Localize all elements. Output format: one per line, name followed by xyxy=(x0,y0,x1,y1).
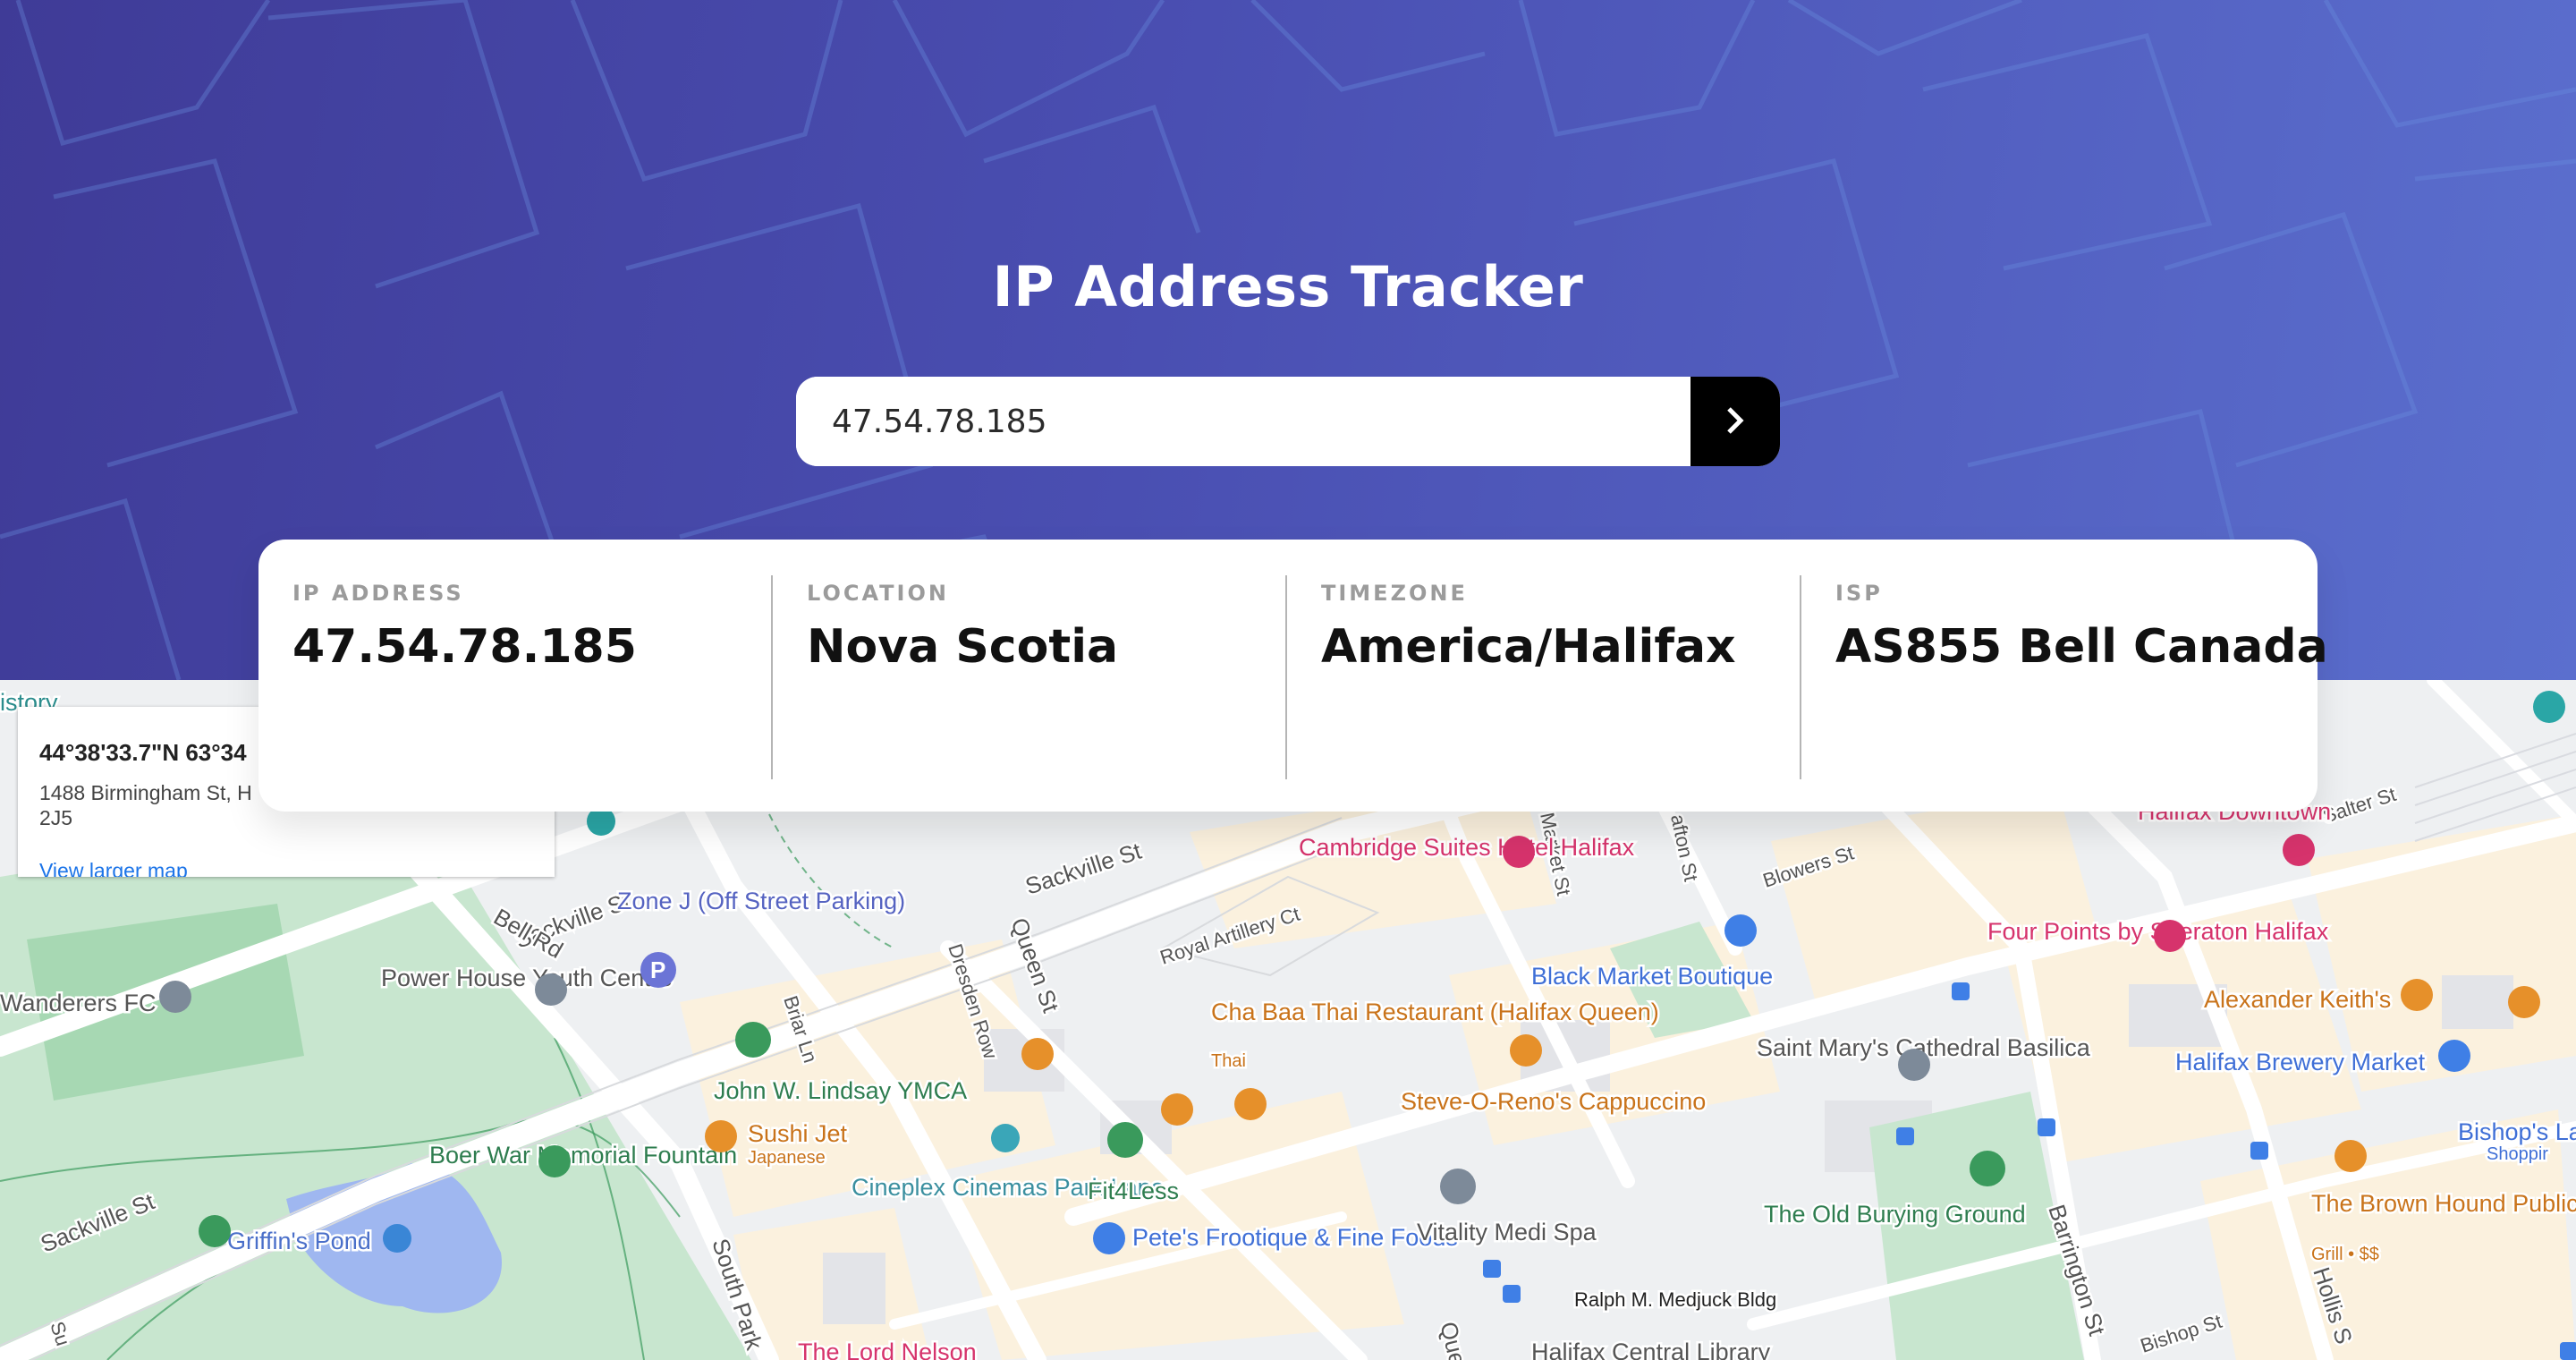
poi-label-medjuck[interactable]: Ralph M. Medjuck Bldg xyxy=(1572,1287,1779,1313)
poi-label-steve-o-reno[interactable]: Steve-O-Reno's Cappuccino xyxy=(1399,1086,1708,1118)
bus-stop-icon[interactable] xyxy=(1483,1260,1501,1278)
search-submit-button[interactable] xyxy=(1690,377,1780,466)
ip-address-label: IP ADDRESS xyxy=(292,581,464,606)
poi-label-zone-j[interactable]: Zone J (Off Street Parking) xyxy=(615,886,908,917)
camera-pin-icon[interactable] xyxy=(2533,691,2565,723)
location-section: LOCATION Nova Scotia xyxy=(773,540,1287,812)
poi-label-petes[interactable]: Pete's Frootique & Fine Foods xyxy=(1131,1222,1461,1254)
poi-label-cambridge[interactable]: Cambridge Suites Hotel Halifax xyxy=(1297,832,1638,863)
bus-stop-icon[interactable] xyxy=(2560,1342,2576,1360)
restaurant-pin-icon[interactable] xyxy=(1161,1093,1193,1126)
bus-stop-icon[interactable] xyxy=(2038,1118,2055,1136)
hotel-pin-icon[interactable] xyxy=(2154,920,2186,952)
poi-label-fit4less[interactable]: Fit4Less xyxy=(1086,1176,1182,1207)
poi-label-sushi-jet-sub: Japanese xyxy=(748,1148,826,1168)
poi-label-bishops-landing[interactable]: Bishop's Lan xyxy=(2456,1117,2576,1148)
restaurant-pin-icon[interactable] xyxy=(705,1120,737,1152)
tree-pin-icon[interactable] xyxy=(538,1145,571,1177)
isp-value: AS855 Bell Canada xyxy=(1835,620,2328,674)
poi-label-boer-war[interactable]: Boer War Memorial Fountain xyxy=(428,1140,740,1171)
cinema-pin-icon[interactable] xyxy=(991,1124,1020,1152)
poi-label-cha-baa-sub: Thai xyxy=(1211,1051,1246,1071)
cemetery-pin-icon[interactable] xyxy=(1970,1151,2005,1186)
place-coordinates: 44°38'33.7"N 63°34 xyxy=(39,739,247,766)
landmark-pin-icon[interactable] xyxy=(535,973,567,1006)
poi-label-griffins-pond[interactable]: Griffin's Pond xyxy=(225,1226,374,1257)
location-label: LOCATION xyxy=(807,581,949,606)
poi-label-alexander-keiths[interactable]: Alexander Keith's xyxy=(2202,984,2394,1016)
church-pin-icon[interactable] xyxy=(1898,1049,1930,1081)
timezone-label: TIMEZONE xyxy=(1321,581,1468,606)
bus-stop-icon[interactable] xyxy=(1952,982,1970,1000)
shopping-pin-icon[interactable] xyxy=(2438,1040,2470,1072)
ip-address-value: 47.54.78.185 xyxy=(292,620,637,674)
restaurant-pin-icon[interactable] xyxy=(2508,986,2540,1018)
poi-label-wanderers[interactable]: Wanderers FC xyxy=(0,988,158,1019)
poi-label-central-library[interactable]: Halifax Central Library xyxy=(1530,1337,1774,1360)
poi-label-black-market[interactable]: Black Market Boutique xyxy=(1530,961,1775,992)
shopping-pin-icon[interactable] xyxy=(1724,914,1757,947)
cafe-pin-icon[interactable] xyxy=(1510,1034,1542,1067)
place-address: 1488 Birmingham St, H 2J5 xyxy=(39,781,252,829)
restaurant-pin-icon[interactable] xyxy=(1234,1088,1267,1120)
restaurant-pin-icon[interactable] xyxy=(1021,1038,1054,1070)
bus-stop-icon[interactable] xyxy=(2250,1142,2268,1160)
stadium-pin-icon[interactable] xyxy=(159,981,191,1013)
isp-section: ISP AS855 Bell Canada xyxy=(1801,540,2328,812)
timezone-value: America/Halifax xyxy=(1321,620,1736,674)
timezone-section: TIMEZONE America/Halifax xyxy=(1287,540,1801,812)
parking-pin-icon[interactable]: P xyxy=(640,952,676,988)
hotel-pin-icon[interactable] xyxy=(1503,836,1535,868)
poi-label-old-burying[interactable]: The Old Burying Ground xyxy=(1762,1199,2029,1230)
tree-pin-icon[interactable] xyxy=(199,1215,231,1247)
view-larger-map-link[interactable]: View larger map xyxy=(39,859,188,877)
poi-label-cha-baa[interactable]: Cha Baa Thai Restaurant (Halifax Queen) xyxy=(1209,997,1662,1028)
ip-info-card: IP ADDRESS 47.54.78.185 LOCATION Nova Sc… xyxy=(258,540,2328,812)
page-title: IP Address Tracker xyxy=(992,254,1584,319)
ymca-pin-icon[interactable] xyxy=(735,1022,771,1058)
isp-label: ISP xyxy=(1835,581,1883,606)
grocery-pin-icon[interactable] xyxy=(1093,1222,1125,1254)
spa-pin-icon[interactable] xyxy=(1440,1169,1476,1204)
poi-label-power-house[interactable]: Power House Youth Centre xyxy=(379,963,675,994)
castle-pin-icon[interactable] xyxy=(383,1224,411,1253)
chevron-right-icon xyxy=(1724,405,1747,438)
location-value: Nova Scotia xyxy=(807,620,1119,674)
ip-search-input[interactable] xyxy=(796,377,1690,466)
restaurant-pin-icon[interactable] xyxy=(2334,1140,2367,1172)
gym-pin-icon[interactable] xyxy=(1107,1122,1143,1158)
poi-label-ymca[interactable]: John W. Lindsay YMCA xyxy=(712,1075,970,1107)
bar-pin-icon[interactable] xyxy=(2401,979,2433,1011)
poi-label-brewery-market[interactable]: Halifax Brewery Market xyxy=(2174,1047,2428,1078)
bus-stop-icon[interactable] xyxy=(1503,1285,1521,1303)
poi-label-brown-hound-sub: Grill • $$ xyxy=(2311,1245,2379,1264)
poi-label-sushi-jet[interactable]: Sushi Jet xyxy=(746,1118,851,1150)
poi-label-vitality[interactable]: Vitality Medi Spa xyxy=(1415,1217,1600,1248)
poi-label-lord-nelson[interactable]: The Lord Nelson xyxy=(796,1337,979,1360)
svg-text:P: P xyxy=(650,956,665,983)
poi-label-bishops-landing-sub: Shoppir xyxy=(2487,1144,2548,1164)
ip-search-form xyxy=(796,377,1780,466)
poi-label-brown-hound[interactable]: The Brown Hound Public House xyxy=(2309,1188,2576,1220)
ip-address-section: IP ADDRESS 47.54.78.185 xyxy=(258,540,773,812)
bus-stop-icon[interactable] xyxy=(1896,1127,1914,1145)
hotel-pin-icon[interactable] xyxy=(2283,834,2315,866)
